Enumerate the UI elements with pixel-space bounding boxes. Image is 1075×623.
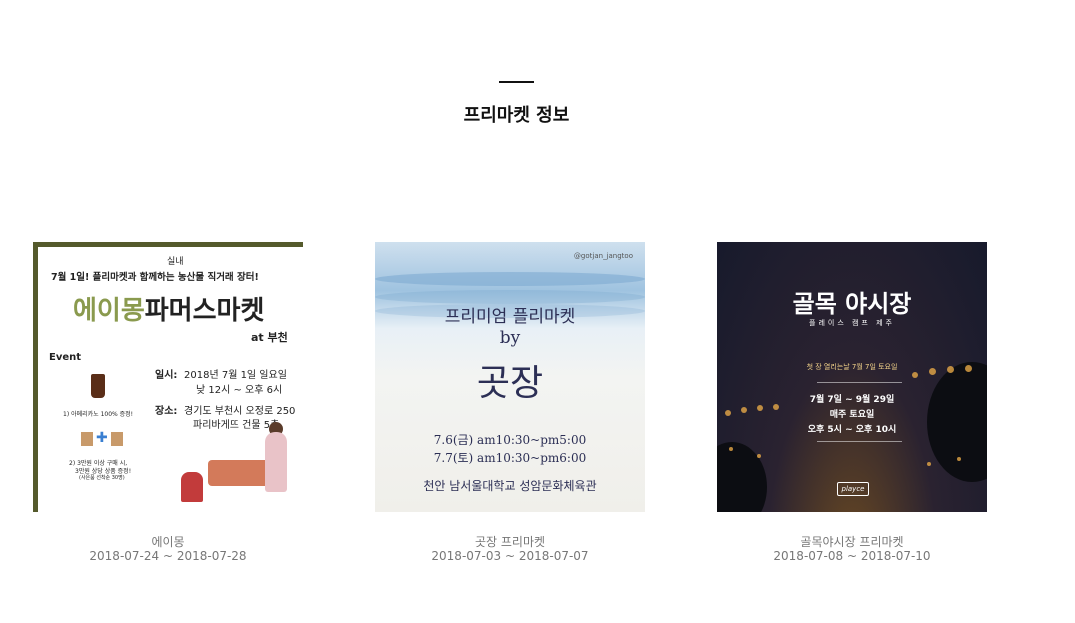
shopping-bag-icon xyxy=(111,432,123,446)
market-caption: 곳장 프리마켓 2018-07-03 ~ 2018-07-07 xyxy=(375,535,645,563)
market-caption: 에이몽 2018-07-24 ~ 2018-07-28 xyxy=(33,535,303,563)
poster-place-label: 장소: xyxy=(155,406,178,417)
shopping-bag-icon xyxy=(81,432,93,446)
market-table-illustration xyxy=(208,460,270,486)
poster-date-value: 2018년 7월 1일 일요일 xyxy=(184,370,287,381)
poster-line-3: 곳장 xyxy=(476,363,544,404)
market-dates: 2018-07-24 ~ 2018-07-28 xyxy=(89,549,247,563)
poster-time-value: 낮 12시 ~ 오후 6시 xyxy=(196,385,283,396)
poster-line-6: 천안 남서울대학교 성암문화체육관 xyxy=(423,479,597,493)
poster-handle: @gotjan_jangtoo xyxy=(573,252,633,260)
poster-divider xyxy=(817,441,902,442)
poster-line-5: 7.7(토) am10:30~pm6:00 xyxy=(433,451,587,465)
market-thumbnail[interactable]: 골목 야시장 플레이스 캠프 제주 첫 장 열리는날 7월 7일 토요일 7월 … xyxy=(717,242,987,512)
market-thumbnail[interactable]: @gotjan_jangtoo 프리미엄 플리마켓 by 곳장 7.6(금) a… xyxy=(375,242,645,512)
coffee-cup-icon xyxy=(91,374,105,398)
person-illustration xyxy=(265,432,287,492)
playce-logo: playce xyxy=(837,482,869,496)
market-card-3[interactable]: 골목 야시장 플레이스 캠프 제주 첫 장 열리는날 7월 7일 토요일 7월 … xyxy=(717,242,987,563)
poster-line-1: 프리미엄 플리마켓 xyxy=(444,307,576,327)
market-caption: 골목야시장 프리마켓 2018-07-08 ~ 2018-07-10 xyxy=(717,535,987,563)
market-dates: 2018-07-08 ~ 2018-07-10 xyxy=(773,549,931,563)
poster-indoor-tag: 실내 xyxy=(167,257,184,267)
poster-subtitle: 플레이스 캠프 제주 xyxy=(809,319,895,327)
poster-left-border xyxy=(33,242,38,512)
poster-title: 골목 야시장 xyxy=(792,290,912,318)
poster-divider xyxy=(817,382,902,383)
poster-headline: 7월 1일! 플리마켓과 함께하는 농산물 직거래 장터! xyxy=(51,272,259,283)
string-light xyxy=(729,447,733,451)
watercolor-wave xyxy=(375,272,645,286)
page-title: 프리마켓 정보 xyxy=(463,105,570,126)
poster-brand: 에이몽파머스마켓 xyxy=(73,296,265,326)
poster-place-value-2: 파리바게뜨 건물 5층 xyxy=(193,420,280,431)
string-light xyxy=(757,454,761,458)
poster-line-3: 매주 토요일 xyxy=(829,410,875,420)
person-illustration xyxy=(181,472,203,502)
poster-date-label: 일시: xyxy=(155,370,178,381)
poster-line-2: 7월 7일 ~ 9월 29일 xyxy=(809,395,895,405)
poster-location-tag: at 부천 xyxy=(251,331,288,344)
poster-top-border xyxy=(33,242,303,247)
plus-icon: ✚ xyxy=(96,430,108,446)
tree-silhouette xyxy=(717,442,767,512)
market-name: 에이몽 xyxy=(151,535,185,549)
string-light xyxy=(912,372,918,378)
poster-event-label: Event xyxy=(49,352,82,363)
market-dates: 2018-07-03 ~ 2018-07-07 xyxy=(431,549,589,563)
poster-place-value-1: 경기도 부천시 오정로 250 xyxy=(184,406,296,417)
poster-event-2c: (사은품 선착순 30명) xyxy=(79,475,125,481)
string-light xyxy=(957,457,961,461)
poster-line-4: 오후 5시 ~ 오후 10시 xyxy=(807,425,897,435)
poster-line-1: 첫 장 열리는날 7월 7일 토요일 xyxy=(806,363,898,371)
string-light xyxy=(927,462,931,466)
market-name: 골목야시장 프리마켓 xyxy=(800,535,904,549)
poster-line-2: by xyxy=(499,328,521,348)
poster-line-4: 7.6(금) am10:30~pm5:00 xyxy=(433,433,587,447)
title-divider xyxy=(499,81,534,83)
market-card-1[interactable]: 실내 7월 1일! 플리마켓과 함께하는 농산물 직거래 장터! 에이몽파머스마… xyxy=(33,242,303,563)
market-name: 곳장 프리마켓 xyxy=(474,535,546,549)
market-card-2[interactable]: @gotjan_jangtoo 프리미엄 플리마켓 by 곳장 7.6(금) a… xyxy=(375,242,645,563)
market-thumbnail[interactable]: 실내 7월 1일! 플리마켓과 함께하는 농산물 직거래 장터! 에이몽파머스마… xyxy=(33,242,303,512)
poster-event-1: 1) 아메리카노 100% 증정! xyxy=(63,411,134,418)
